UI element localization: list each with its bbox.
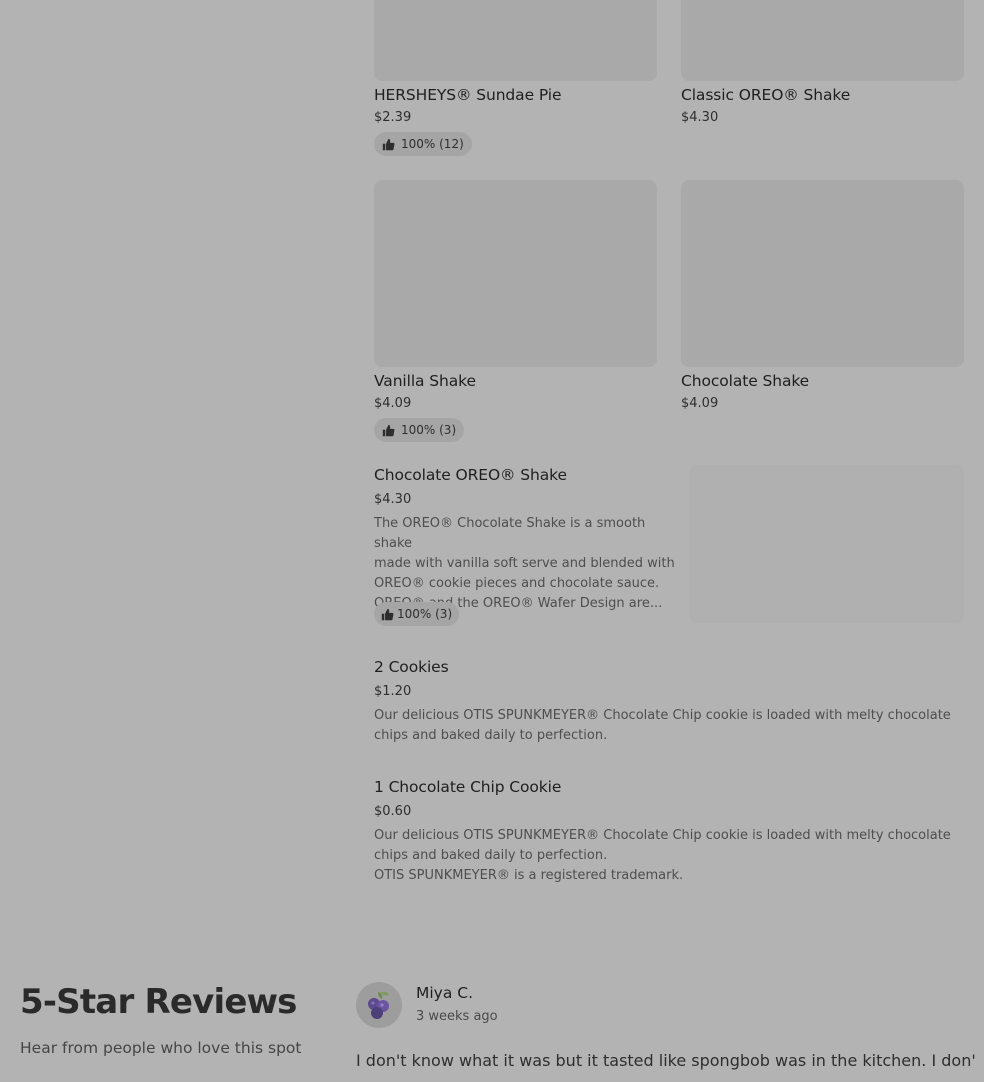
rating-text: 100% (3) (401, 423, 457, 437)
item-price: $4.09 (374, 396, 412, 411)
item-image-hersheys-sundae-pie[interactable] (374, 0, 657, 81)
item-image-chocolate-oreo-shake[interactable] (689, 465, 964, 623)
description-line: OTIS SPUNKMEYER® is a registered tradema… (374, 868, 684, 883)
reviewer-name[interactable]: Miya C. (416, 984, 473, 1002)
thumbs-up-icon (381, 608, 394, 620)
item-image-classic-oreo-shake[interactable] (681, 0, 964, 81)
item-name[interactable]: 1 Chocolate Chip Cookie (374, 778, 561, 796)
description-line: OREO® cookie pieces and chocolate sauce. (374, 576, 660, 591)
rating-badge: 100% (12) (374, 132, 472, 156)
item-description: Our delicious OTIS SPUNKMEYER® Chocolate… (374, 826, 974, 886)
item-price: $2.39 (374, 110, 412, 125)
item-description: Our delicious OTIS SPUNKMEYER® Chocolate… (374, 706, 974, 746)
description-line: chips and baked daily to perfection. (374, 848, 608, 863)
item-price: $4.30 (681, 110, 719, 125)
item-name[interactable]: Chocolate Shake (681, 372, 809, 390)
item-image-chocolate-shake[interactable] (681, 180, 964, 367)
description-line: The OREO® Chocolate Shake is a smooth sh… (374, 516, 646, 551)
item-name[interactable]: Classic OREO® Shake (681, 86, 850, 104)
item-price: $4.30 (374, 492, 412, 507)
item-name[interactable]: 2 Cookies (374, 658, 449, 676)
description-line: Our delicious OTIS SPUNKMEYER® Chocolate… (374, 828, 951, 843)
rating-badge: 100% (3) (374, 602, 460, 626)
review-time: 3 weeks ago (416, 1009, 498, 1024)
item-description: The OREO® Chocolate Shake is a smooth sh… (374, 514, 680, 614)
description-line: chips and baked daily to perfection. (374, 728, 608, 743)
item-name[interactable]: Vanilla Shake (374, 372, 476, 390)
thumbs-up-icon (382, 138, 395, 150)
avatar[interactable] (356, 982, 402, 1028)
description-line: Our delicious OTIS SPUNKMEYER® Chocolate… (374, 708, 951, 723)
review-text: I don't know what it was but it tasted l… (356, 1051, 976, 1070)
reviews-section-subtitle: Hear from people who love this spot (20, 1039, 302, 1057)
item-price: $1.20 (374, 684, 412, 699)
thumbs-up-icon (382, 424, 395, 436)
rating-badge: 100% (3) (374, 418, 465, 442)
item-price: $4.09 (681, 396, 719, 411)
rating-text: 100% (12) (401, 137, 464, 151)
item-price: $0.60 (374, 804, 412, 819)
item-name[interactable]: HERSHEYS® Sundae Pie (374, 86, 561, 104)
rating-text: 100% (3) (397, 607, 453, 621)
blueberries-avatar-icon (368, 991, 389, 1019)
item-name[interactable]: Chocolate OREO® Shake (374, 466, 567, 484)
reviews-section-title: 5-Star Reviews (20, 982, 297, 1022)
description-line: made with vanilla soft serve and blended… (374, 556, 675, 571)
item-image-vanilla-shake[interactable] (374, 180, 657, 367)
